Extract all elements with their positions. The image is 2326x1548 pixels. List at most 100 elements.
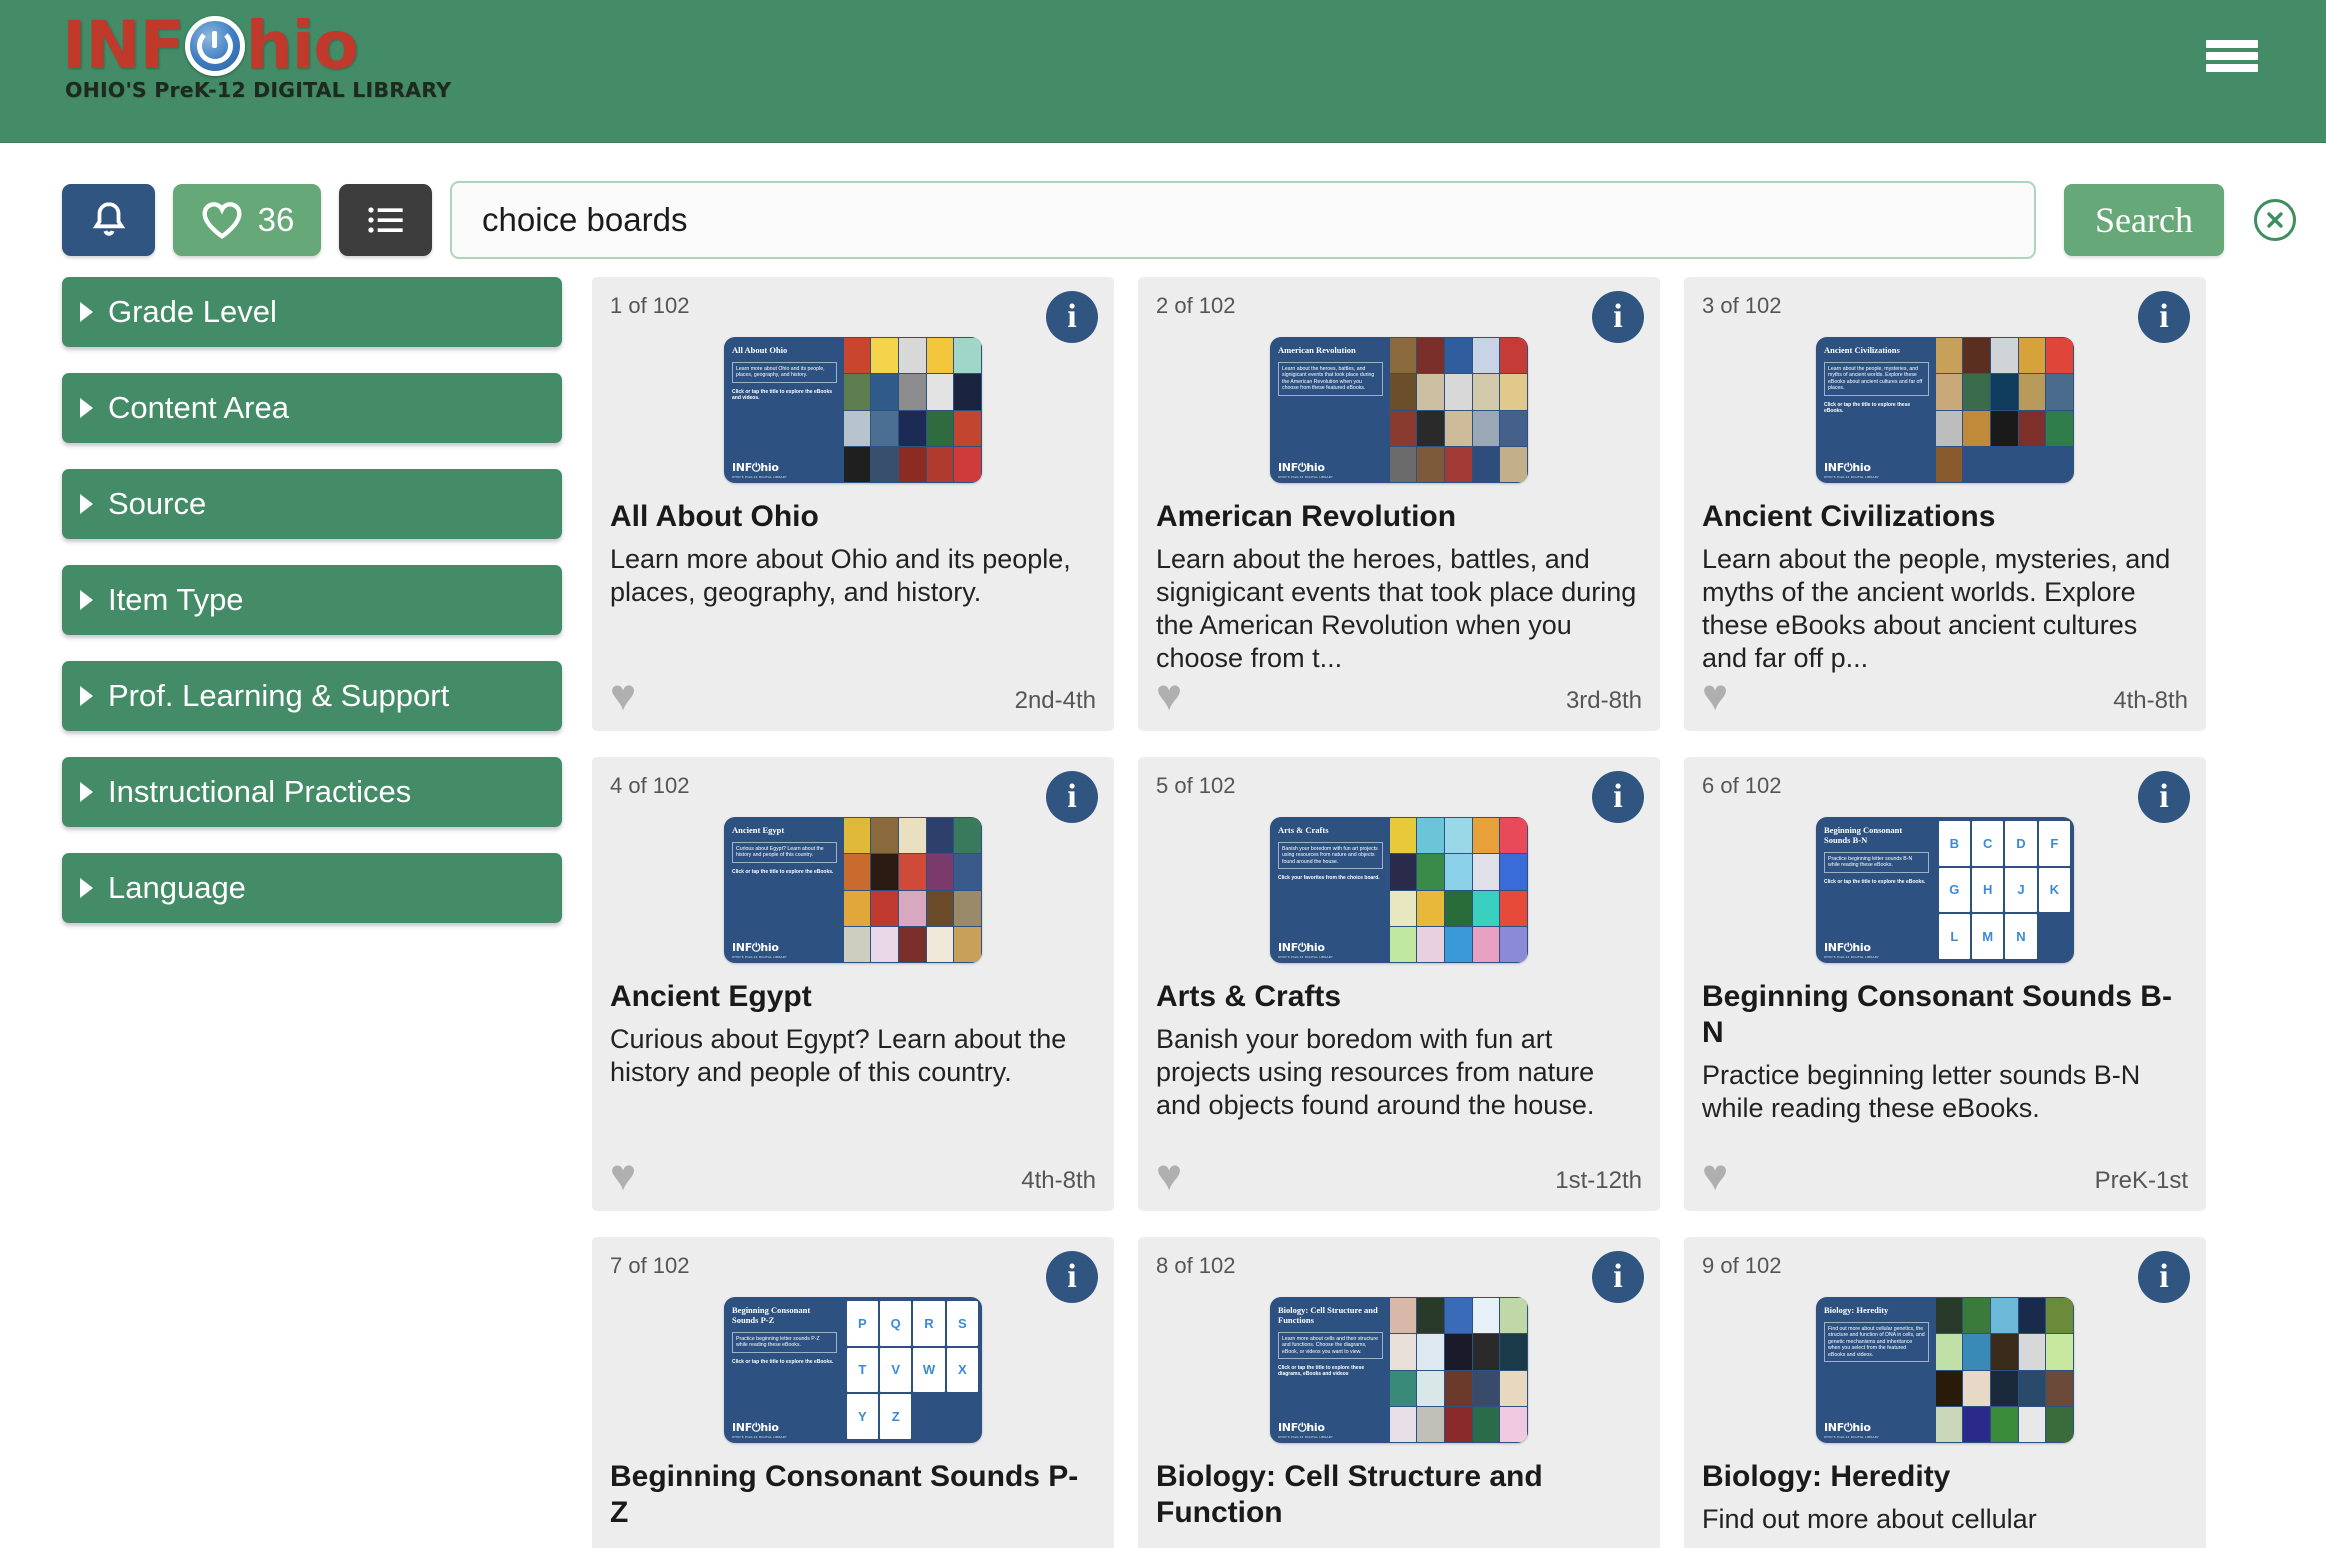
facet-instructional-practices[interactable]: Instructional Practices [62,757,562,827]
favorite-heart-icon[interactable]: ♥ [1702,1154,1728,1198]
info-icon[interactable]: i [1592,291,1644,343]
facet-grade-level[interactable]: Grade Level [62,277,562,347]
thumb-info-panel: Arts & Crafts Banish your boredom with fu… [1270,817,1389,963]
thumb-letter-tile: J [2005,867,2037,913]
favorite-heart-icon[interactable]: ♥ [610,674,636,718]
favorite-heart-icon[interactable]: ♥ [1702,674,1728,718]
thumb-tile-grid [1389,817,1528,963]
thumb-description: Curious about Egypt? Learn about the his… [732,842,837,863]
site-header: INF hio OHIO'S PreK-12 DIGITAL LIBRARY [0,0,2326,143]
caret-right-icon [80,590,93,610]
result-card[interactable]: 6 of 102 i Beginning Consonant Sounds B-N P… [1684,757,2206,1211]
result-card[interactable]: 4 of 102 i Ancient Egypt Curious about Egyp… [592,757,1114,1211]
result-card[interactable]: 9 of 102 i Biology: Heredity Find out more … [1684,1237,2206,1548]
favorite-heart-icon[interactable]: ♥ [1156,674,1182,718]
card-thumbnail[interactable]: Biology: Heredity Find out more about cel… [1702,1297,2188,1443]
thumb-cover-tile [1417,854,1444,890]
card-thumbnail[interactable]: Ancient Egypt Curious about Egypt? Learn … [610,817,1096,963]
facet-label: Language [108,870,246,905]
card-title[interactable]: American Revolution [1156,499,1642,535]
info-icon[interactable]: i [1046,1251,1098,1303]
result-card[interactable]: 5 of 102 i Arts & Crafts Banish your boredo… [1138,757,1660,1211]
result-card[interactable]: 8 of 102 i Biology: Cell Structure and Fun… [1138,1237,1660,1548]
info-icon[interactable]: i [1592,1251,1644,1303]
thumb-tile-grid [1389,1297,1528,1443]
thumb-cover-tile [1445,1298,1472,1334]
search-button[interactable]: Search [2064,184,2224,256]
thumb-cover-tile [1963,410,1990,446]
thumb-info-panel: Biology: Cell Structure and Functions Lea… [1270,1297,1389,1443]
thumb-letter-tile: S [946,1301,978,1346]
thumb-cover-tile [2018,1370,2046,1406]
thumb-cover-tile [2018,1406,2046,1442]
card-title[interactable]: Biology: Heredity [1702,1459,2188,1495]
thumb-cta: Click or tap the title to explore the eB… [732,868,834,875]
thumb-cover-tile [1963,1406,1990,1442]
results-grid: 1 of 102 i All About Ohio Learn more about … [592,277,2326,1548]
card-thumbnail[interactable]: Beginning Consonant Sounds P-Z Practice b… [610,1297,1096,1443]
facet-item-type[interactable]: Item Type [62,565,562,635]
card-title[interactable]: Arts & Crafts [1156,979,1642,1015]
card-title[interactable]: Biology: Cell Structure and Function [1156,1459,1642,1531]
facet-language[interactable]: Language [62,853,562,923]
thumb-logo-tagline: OHIO'S PreK-12 DIGITAL LIBRARY [1278,1435,1333,1439]
grade-range: 3rd-8th [1565,687,1642,714]
card-footer: ♥ 4th-8th [610,1154,1096,1198]
card-title[interactable]: Ancient Civilizations [1702,499,2188,535]
card-title[interactable]: Ancient Egypt [610,979,1096,1015]
facet-prof-learning-support[interactable]: Prof. Learning & Support [62,661,562,731]
thumb-cover-tile [899,854,926,890]
facet-content-area[interactable]: Content Area [62,373,562,443]
info-icon[interactable]: i [2138,1251,2190,1303]
facet-label: Content Area [108,390,289,425]
card-thumbnail[interactable]: Biology: Cell Structure and Functions Lea… [1156,1297,1642,1443]
card-thumbnail[interactable]: Ancient Civilizations Learn about the peo… [1702,337,2188,483]
favorite-heart-icon[interactable]: ♥ [610,1154,636,1198]
thumb-cover-tile [1963,1334,1990,1370]
thumb-description: Learn more about Ohio and its people, pl… [732,362,837,383]
card-thumbnail[interactable]: Arts & Crafts Banish your boredom with fu… [1156,817,1642,963]
list-view-button[interactable] [339,184,432,256]
favorite-heart-icon[interactable]: ♥ [1156,1154,1182,1198]
thumb-cover-tile [843,374,871,410]
card-description: Curious about Egypt? Learn about the his… [610,1024,1067,1087]
thumb-cover-tile [1935,410,1963,446]
result-card[interactable]: 2 of 102 i American Revolution Learn about … [1138,277,1660,731]
result-card[interactable]: 1 of 102 i All About Ohio Learn more about … [592,277,1114,731]
favorites-button[interactable]: 36 [173,184,321,256]
info-icon[interactable]: i [2138,771,2190,823]
card-title[interactable]: Beginning Consonant Sounds B-N [1702,979,2188,1051]
info-icon[interactable]: i [2138,291,2190,343]
info-icon[interactable]: i [1592,771,1644,823]
card-thumbnail[interactable]: American Revolution Learn about the heroe… [1156,337,1642,483]
grade-range: 1st-12th [1555,1167,1642,1194]
thumb-title: Ancient Egypt [732,825,785,835]
thumb-letter-tile: P [846,1301,878,1346]
thumb-cover-tile [1935,1370,1963,1406]
facet-source[interactable]: Source [62,469,562,539]
thumb-cover-tile [954,926,981,962]
alerts-button[interactable] [62,184,155,256]
card-title[interactable]: Beginning Consonant Sounds P-Z [610,1459,1096,1531]
infohio-logo[interactable]: INF hio OHIO'S PreK-12 DIGITAL LIBRARY [62,12,451,103]
card-thumbnail[interactable]: All About Ohio Learn more about Ohio and … [610,337,1096,483]
thumb-tile-grid: BCDF GHJK LMN [1935,817,2074,963]
thumb-cover-tile [1445,890,1472,926]
thumb-cover-tile [926,338,954,374]
hamburger-menu-icon[interactable] [2206,36,2258,76]
choice-board-image: Biology: Cell Structure and Functions Lea… [1270,1297,1528,1443]
card-title[interactable]: All About Ohio [610,499,1096,535]
search-input[interactable] [450,181,2036,259]
thumb-cover-tile [1417,818,1444,854]
thumb-cover-tile [1445,1334,1472,1370]
result-card[interactable]: 7 of 102 i Beginning Consonant Sounds P-Z P… [592,1237,1114,1548]
info-icon[interactable]: i [1046,771,1098,823]
thumb-letter-tile: C [1972,821,2004,866]
thumb-cover-tile [871,890,898,926]
result-card[interactable]: 3 of 102 i Ancient Civilizations Learn abou… [1684,277,2206,731]
card-thumbnail[interactable]: Beginning Consonant Sounds B-N Practice b… [1702,817,2188,963]
clear-search-icon[interactable] [2254,199,2296,241]
thumb-description: Banish your boredom with fun art project… [1278,842,1383,870]
card-index: 5 of 102 [1156,773,1236,798]
info-icon[interactable]: i [1046,291,1098,343]
